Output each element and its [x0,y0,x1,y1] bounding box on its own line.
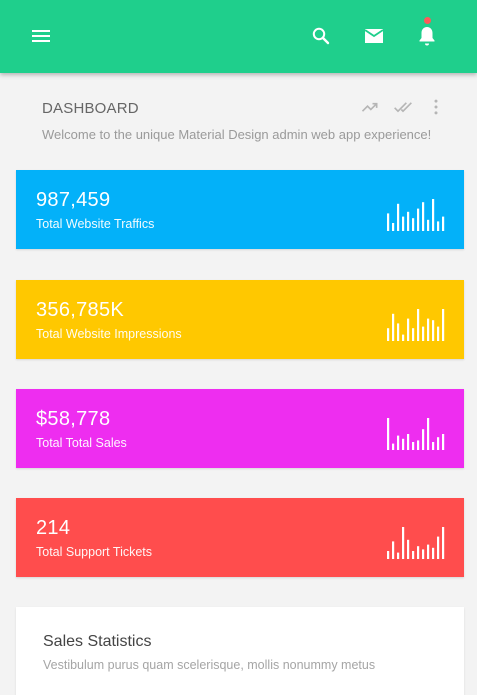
stat-value: 214 [36,517,71,539]
stat-card-sales[interactable]: $58,778 Total Total Sales [16,389,464,468]
page-subtitle: Welcome to the unique Material Design ad… [42,127,432,142]
sparkline-bar [402,527,405,559]
sparkline-bar [442,309,445,341]
more-vert-icon[interactable] [426,97,446,117]
sparkline-bar [432,199,435,231]
sparkline-bar [407,318,410,341]
sparkline-bar [417,440,420,450]
sparkline-bar [392,223,395,231]
sparkline-bar [397,435,400,450]
sparkline-bar [412,442,415,450]
sparkline-bar [422,326,425,341]
menu-icon[interactable] [29,24,53,48]
done-all-icon[interactable] [392,97,414,117]
stat-card-tickets[interactable]: 214 Total Support Tickets [16,498,464,577]
sparkline-chart [387,199,445,231]
sparkline-bar [392,443,395,450]
sparkline-bar [407,434,410,450]
sparkline-bar [417,546,420,559]
sparkline-bar [442,434,445,450]
sparkline-bar [427,544,430,559]
sales-statistics-card: Sales Statistics Vestibulum purus quam s… [16,607,464,695]
trending-up-icon[interactable] [360,97,380,117]
sparkline-bar [437,437,440,450]
notification-dot [424,17,431,24]
sparkline-bar [422,549,425,559]
sparkline-bar [387,328,390,341]
search-icon[interactable] [309,24,333,48]
sparkline-bar [412,218,415,231]
sparkline-bar [432,547,435,559]
sparkline-bar [427,219,430,231]
sparkline-bar [407,539,410,559]
sparkline-bar [437,536,440,559]
sparkline-bar [392,313,395,341]
sparkline-bar [402,334,405,341]
sparkline-chart [387,309,445,341]
sparkline-bar [412,551,415,559]
stat-value: $58,778 [36,408,111,430]
sparkline-bar [392,541,395,559]
sales-subtitle: Vestibulum purus quam scelerisque, molli… [43,658,376,672]
sparkline-chart [387,527,445,559]
sparkline-bar [417,309,420,341]
sales-title: Sales Statistics [43,633,152,650]
sparkline-bar [422,202,425,231]
stat-value: 356,785K [36,299,125,321]
stat-label: Total Support Tickets [36,545,153,559]
sparkline-bar [387,418,390,450]
stat-label: Total Website Impressions [36,327,182,341]
sparkline-bar [402,438,405,450]
sparkline-bar [387,213,390,231]
top-app-bar [0,0,477,73]
sparkline-bar [432,320,435,341]
sparkline-bar [442,527,445,559]
sparkline-bar [397,552,400,559]
sparkline-bar [422,429,425,450]
stat-value: 987,459 [36,189,111,211]
sparkline-bar [397,203,400,231]
sparkline-bar [397,323,400,341]
sparkline-bar [417,208,420,231]
stat-label: Total Total Sales [36,436,127,450]
sparkline-bar [437,326,440,341]
stat-card-traffic[interactable]: 987,459 Total Website Traffics [16,170,464,249]
bell-icon[interactable] [415,24,439,48]
sparkline-bar [442,216,445,231]
sparkline-bar [427,318,430,341]
sparkline-bar [412,328,415,341]
sparkline-bar [437,221,440,231]
stat-card-impressions[interactable]: 356,785K Total Website Impressions [16,280,464,359]
sparkline-bar [402,216,405,231]
header-actions [360,97,450,117]
sparkline-bar [432,442,435,450]
sparkline-chart [387,418,445,450]
sparkline-bar [407,211,410,231]
stat-label: Total Website Traffics [36,217,155,231]
sparkline-bar [427,418,430,450]
sparkline-bar [387,551,390,559]
mail-icon[interactable] [362,24,386,48]
